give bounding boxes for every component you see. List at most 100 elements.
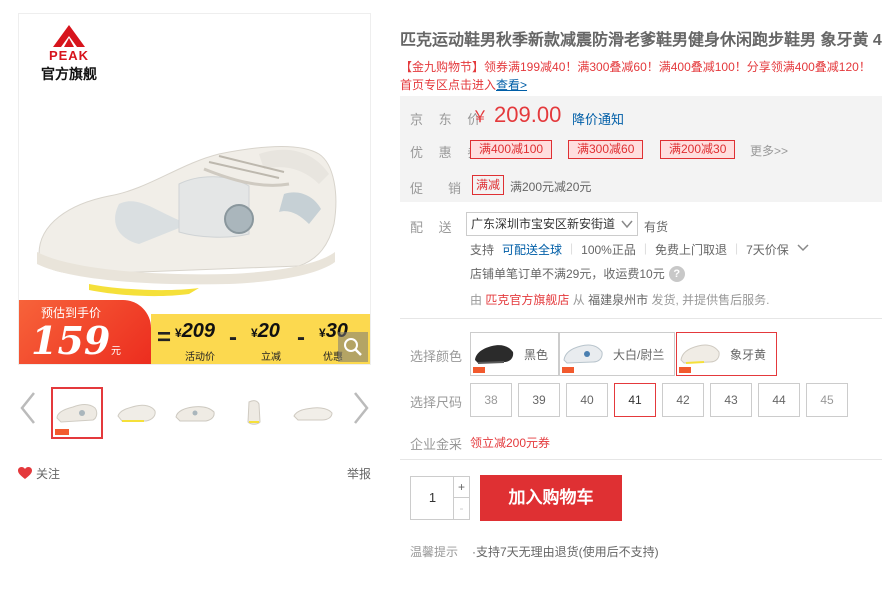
shipping-fee-text: 店铺单笔订单不满29元，收运费10元 <box>470 267 665 281</box>
shop-link[interactable]: 匹克官方旗舰店 <box>485 293 569 307</box>
promo-view-link[interactable]: 查看> <box>496 78 527 92</box>
jd-price: ￥ 209.00 <box>472 102 561 128</box>
color-swatch <box>472 334 516 374</box>
main-product-image[interactable]: PEAK 官方旗舰 预估到手价 159 元 = ¥209 活动价 - ¥20 立… <box>18 13 371 365</box>
quantity-minus-button[interactable]: - <box>453 498 469 519</box>
size-option[interactable]: 38 <box>470 383 512 417</box>
service-support: 支持 <box>470 243 495 257</box>
minus-sign-1: - <box>229 324 237 351</box>
promotion-label: 促 销 <box>410 181 468 196</box>
size-label: 选择尺码 <box>410 395 463 410</box>
size-option[interactable]: 42 <box>662 383 704 417</box>
color-option-black[interactable]: 黑色 <box>470 332 560 376</box>
activity-price-number: 209 <box>181 320 216 342</box>
shoe-thumb-icon <box>293 407 333 421</box>
divider: | <box>570 241 574 255</box>
coupon-chip[interactable]: 满400减100 <box>470 140 553 159</box>
promo-slogan: 【金九购物节】领券满199减40！满300叠减60！满400叠减100！分享领满… <box>400 58 882 94</box>
corporate-coupon-link[interactable]: 领立减200元券 <box>470 434 550 451</box>
address-selector[interactable]: 广东深圳市宝安区新安街道 <box>466 212 638 236</box>
swatch-tag <box>473 367 485 373</box>
ship-from-prefix: 由 <box>470 293 483 307</box>
color-swatch <box>561 334 605 374</box>
promo-slogan-text: 【金九购物节】领券满199减40！满300叠减60！满400叠减100！分享领满… <box>400 60 871 92</box>
address-text: 广东深圳市宝安区新安街道 <box>471 217 616 231</box>
quantity-plus-button[interactable]: + <box>453 477 469 498</box>
yen-symbol: ¥ <box>175 326 182 340</box>
divider: | <box>643 241 647 255</box>
divider-line <box>400 459 882 460</box>
service-global-shipping[interactable]: 可配送全球 <box>502 241 562 258</box>
follow-button[interactable]: 关注 <box>18 465 60 482</box>
ship-city-prefix: 从 <box>572 293 585 307</box>
thumb-prev-arrow[interactable] <box>18 391 38 425</box>
price-currency: ￥ <box>472 109 489 126</box>
size-option[interactable]: 44 <box>758 383 800 417</box>
color-label: 选择颜色 <box>410 349 463 364</box>
size-option[interactable]: 43 <box>710 383 752 417</box>
shoe-image <box>37 145 337 297</box>
tips-label: 温馨提示 <box>410 545 459 559</box>
quantity-stepper: 1 + - <box>410 476 470 520</box>
ship-suffix: 发货, 并提供售后服务. <box>651 293 770 307</box>
equals-sign: = <box>157 324 172 351</box>
add-to-cart-button[interactable]: 加入购物车 <box>480 475 622 521</box>
estimated-price-value: 159 <box>31 318 111 363</box>
thumbnail-1[interactable] <box>51 387 103 439</box>
activity-price-value: ¥209 <box>175 320 215 343</box>
chevron-down-icon[interactable] <box>797 241 809 255</box>
service-genuine[interactable]: 100%正品 <box>581 241 636 258</box>
promotion-desc: 满200元减20元 <box>510 180 592 194</box>
coupon-chip[interactable]: 满200减30 <box>660 140 736 159</box>
activity-price-label: 活动价 <box>185 352 215 363</box>
chevron-left-icon <box>20 392 35 424</box>
quantity-input[interactable]: 1 <box>411 477 454 519</box>
heart-icon <box>18 467 32 479</box>
coupon-more-link[interactable]: 更多>> <box>750 142 788 159</box>
tips-value: ·支持7天无理由退货(使用后不支持) <box>472 545 659 559</box>
size-option[interactable]: 39 <box>518 383 560 417</box>
coupon-chip[interactable]: 满300减60 <box>568 140 644 159</box>
zoom-button[interactable] <box>338 332 368 362</box>
divider-line <box>400 318 882 319</box>
shoe-thumb-icon <box>56 404 98 423</box>
ship-from-row: 由 匹克官方旗舰店 从 福建泉州市 发货, 并提供售后服务. <box>470 291 769 308</box>
help-icon[interactable]: ? <box>668 265 685 282</box>
yen-symbol: ¥ <box>251 326 258 340</box>
shoe-thumb-icon <box>175 406 215 422</box>
thumb-next-arrow[interactable] <box>351 391 371 425</box>
color-option-white-blue[interactable]: 大白/尉兰 <box>559 332 676 376</box>
service-free-pickup[interactable]: 免费上门取退 <box>655 241 727 258</box>
service-list: 支持 可配送全球 | 100%正品 | 免费上门取退 | 7天价保 <box>470 241 809 258</box>
swatch-tag <box>562 367 574 373</box>
color-swatch <box>678 334 722 374</box>
promotion-tag: 满减 <box>472 175 505 195</box>
size-option[interactable]: 40 <box>566 383 608 417</box>
size-option-selected[interactable]: 41 <box>614 383 656 417</box>
price-drop-notify-link[interactable]: 降价通知 <box>572 109 624 128</box>
discount-1-number: 20 <box>257 320 280 342</box>
swatch-tag <box>679 367 691 373</box>
price-promo-banner: 预估到手价 159 元 = ¥209 活动价 - ¥20 立减 - ¥30 优惠 <box>19 300 370 364</box>
ship-city: 福建泉州市 <box>588 293 649 307</box>
divider: | <box>735 241 739 255</box>
thumbnail-3[interactable] <box>169 387 221 439</box>
product-title: 匹克运动鞋男秋季新款减震防滑老爹鞋男健身休闲跑步鞋男 象牙黄 41 <box>400 32 882 49</box>
shipping-fee-note: 店铺单笔订单不满29元，收运费10元 ? <box>470 265 685 282</box>
follow-label: 关注 <box>36 467 61 481</box>
discount-1-value: ¥20 <box>251 320 280 343</box>
service-price-protect[interactable]: 7天价保 <box>746 241 789 258</box>
color-option-label: 象牙黄 <box>730 347 767 362</box>
thumbnail-5[interactable] <box>287 387 339 439</box>
thumbnail-2[interactable] <box>110 387 162 439</box>
size-option[interactable]: 45 <box>806 383 848 417</box>
thumbnail-4[interactable] <box>228 387 280 439</box>
stock-status: 有货 <box>644 220 669 234</box>
shoe-thumb-icon <box>117 404 156 422</box>
corporate-purchase-label: 企业金采 <box>410 437 463 452</box>
color-option-ivory[interactable]: 象牙黄 <box>676 332 778 376</box>
thumb-price-tag <box>55 429 69 435</box>
report-link[interactable]: 举报 <box>347 465 371 482</box>
minus-sign-2: - <box>297 324 305 351</box>
magnifier-icon <box>344 338 362 356</box>
